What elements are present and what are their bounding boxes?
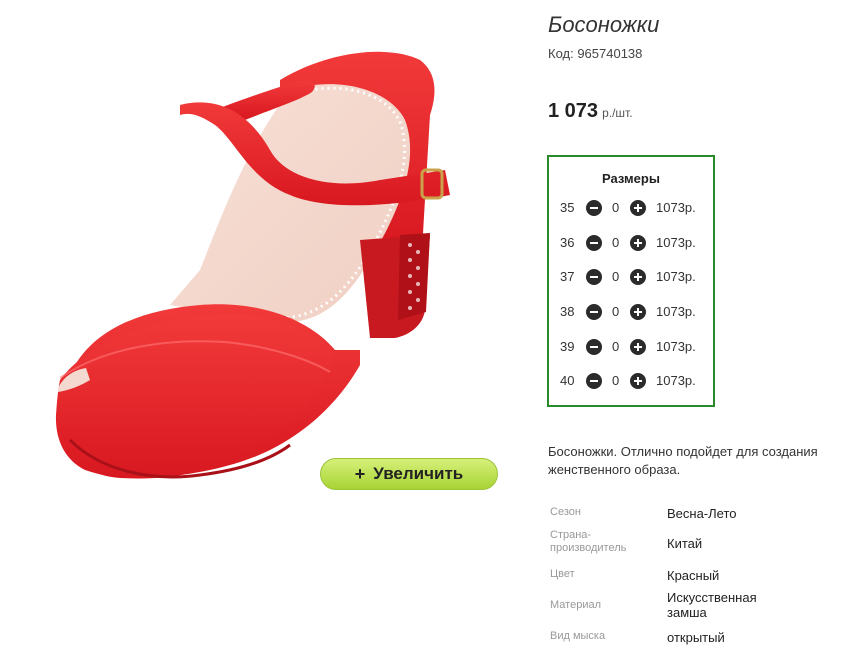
- plus-icon[interactable]: [630, 235, 646, 251]
- minus-icon[interactable]: [586, 269, 602, 285]
- plus-icon[interactable]: [630, 269, 646, 285]
- size-number: 40: [560, 373, 575, 388]
- size-price: 1073р.: [656, 235, 696, 250]
- zoom-button[interactable]: + Увеличить: [320, 458, 498, 490]
- size-number: 37: [560, 269, 575, 284]
- size-price: 1073р.: [656, 200, 696, 215]
- size-quantity: 0: [612, 373, 620, 388]
- product-sku: Код: 965740138: [548, 46, 643, 61]
- size-number: 39: [560, 339, 575, 354]
- price-unit: р./шт.: [602, 106, 633, 120]
- attribute-label: Цвет: [550, 568, 575, 580]
- attribute-label: Вид мыска: [550, 630, 606, 642]
- size-quantity: 0: [612, 269, 620, 284]
- plus-icon[interactable]: [630, 304, 646, 320]
- size-row: 35 0 1073р.: [549, 198, 713, 218]
- size-row: 40 0 1073р.: [549, 371, 713, 391]
- plus-icon[interactable]: [630, 373, 646, 389]
- attribute-value: Весна-Лето: [667, 506, 737, 521]
- size-row: 36 0 1073р.: [549, 233, 713, 253]
- minus-icon[interactable]: [586, 200, 602, 216]
- size-price: 1073р.: [656, 339, 696, 354]
- size-price: 1073р.: [656, 269, 696, 284]
- zoom-button-label: Увеличить: [373, 464, 464, 483]
- size-quantity: 0: [612, 339, 620, 354]
- size-number: 36: [560, 235, 575, 250]
- minus-icon[interactable]: [586, 235, 602, 251]
- sizes-panel: Размеры 35 0 1073р. 36 0 1073р. 37 0 107…: [547, 155, 715, 407]
- product-title: Босоножки: [548, 12, 660, 37]
- minus-icon[interactable]: [586, 339, 602, 355]
- size-row: 39 0 1073р.: [549, 337, 713, 357]
- sizes-title: Размеры: [602, 171, 660, 186]
- plus-icon[interactable]: [630, 339, 646, 355]
- red-sandal-image: [55, 51, 450, 479]
- size-number: 38: [560, 304, 575, 319]
- size-price: 1073р.: [656, 304, 696, 319]
- size-row: 38 0 1073р.: [549, 302, 713, 322]
- product-price: 1 073 р./шт.: [548, 100, 633, 123]
- plus-icon[interactable]: [630, 200, 646, 216]
- price-value: 1 073: [548, 100, 599, 122]
- size-number: 35: [560, 200, 575, 215]
- attribute-value: Красный: [667, 568, 720, 583]
- product-image[interactable]: [30, 20, 500, 490]
- minus-icon[interactable]: [586, 304, 602, 320]
- attribute-value: открытый: [667, 630, 725, 645]
- attribute-value: Китай: [667, 536, 703, 551]
- attribute-value: Искусственная замша: [667, 590, 757, 620]
- size-quantity: 0: [612, 304, 620, 319]
- plus-icon: +: [354, 463, 366, 484]
- size-quantity: 0: [612, 200, 620, 215]
- minus-icon[interactable]: [586, 373, 602, 389]
- size-row: 37 0 1073р.: [549, 267, 713, 287]
- attribute-label: Материал: [550, 599, 601, 611]
- size-quantity: 0: [612, 235, 620, 250]
- size-price: 1073р.: [656, 373, 696, 388]
- attribute-label: Сезон: [550, 506, 581, 518]
- attribute-label: Страна- производитель: [550, 529, 627, 554]
- product-description: Босоножки. Отлично подойдет для создания…: [548, 444, 818, 477]
